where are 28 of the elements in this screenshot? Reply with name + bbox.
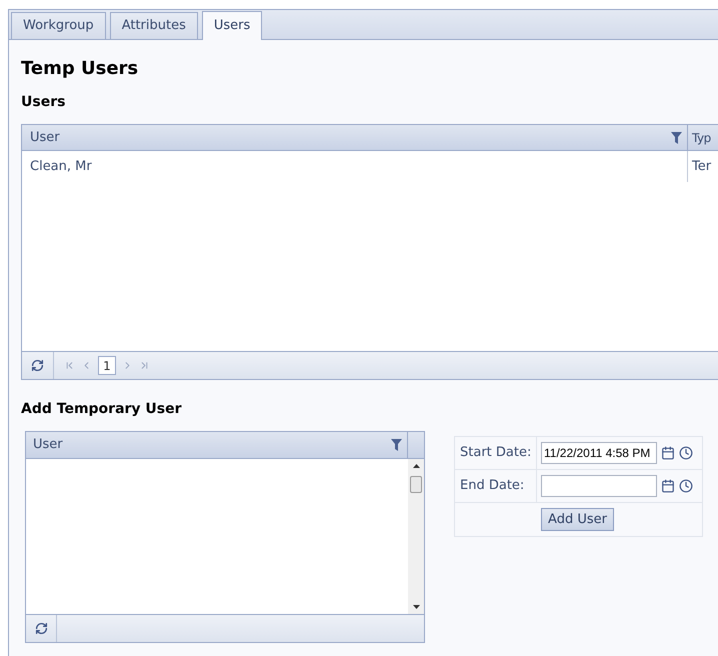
tab[interactable]: Users bbox=[202, 11, 262, 40]
calendar-icon[interactable] bbox=[661, 446, 675, 460]
page-title: Temp Users bbox=[21, 58, 140, 80]
scrollbar[interactable] bbox=[408, 459, 424, 614]
scroll-down-icon[interactable] bbox=[412, 605, 420, 609]
column-header[interactable]: User bbox=[22, 125, 688, 150]
date-field[interactable]: 11/22/2011 4:58 PM bbox=[541, 442, 657, 464]
refresh-icon[interactable] bbox=[34, 622, 48, 635]
clock-icon[interactable] bbox=[679, 446, 693, 460]
filter-icon[interactable] bbox=[391, 439, 402, 451]
date-field[interactable] bbox=[541, 475, 657, 497]
filter-icon[interactable] bbox=[671, 132, 682, 144]
field-label: Start Date: bbox=[455, 437, 537, 469]
tab[interactable]: Workgroup bbox=[11, 12, 106, 39]
add-user-button[interactable]: Add User bbox=[541, 508, 614, 531]
section-heading: Users bbox=[21, 93, 66, 111]
table-cell-text: Ter bbox=[691, 158, 712, 176]
scroll-thumb[interactable] bbox=[410, 476, 422, 493]
page-number[interactable]: 1 bbox=[98, 356, 116, 375]
calendar-icon[interactable] bbox=[661, 479, 675, 493]
clock-icon[interactable] bbox=[679, 479, 693, 493]
tab[interactable]: Attributes bbox=[110, 12, 198, 39]
scroll-up-icon[interactable] bbox=[412, 464, 420, 468]
table-cell: Clean, Mr bbox=[22, 151, 688, 182]
refresh-icon[interactable] bbox=[31, 359, 44, 372]
column-header[interactable]: Typ bbox=[688, 125, 711, 150]
field-label: End Date: bbox=[455, 470, 537, 502]
section-heading: Add Temporary User bbox=[21, 400, 183, 418]
